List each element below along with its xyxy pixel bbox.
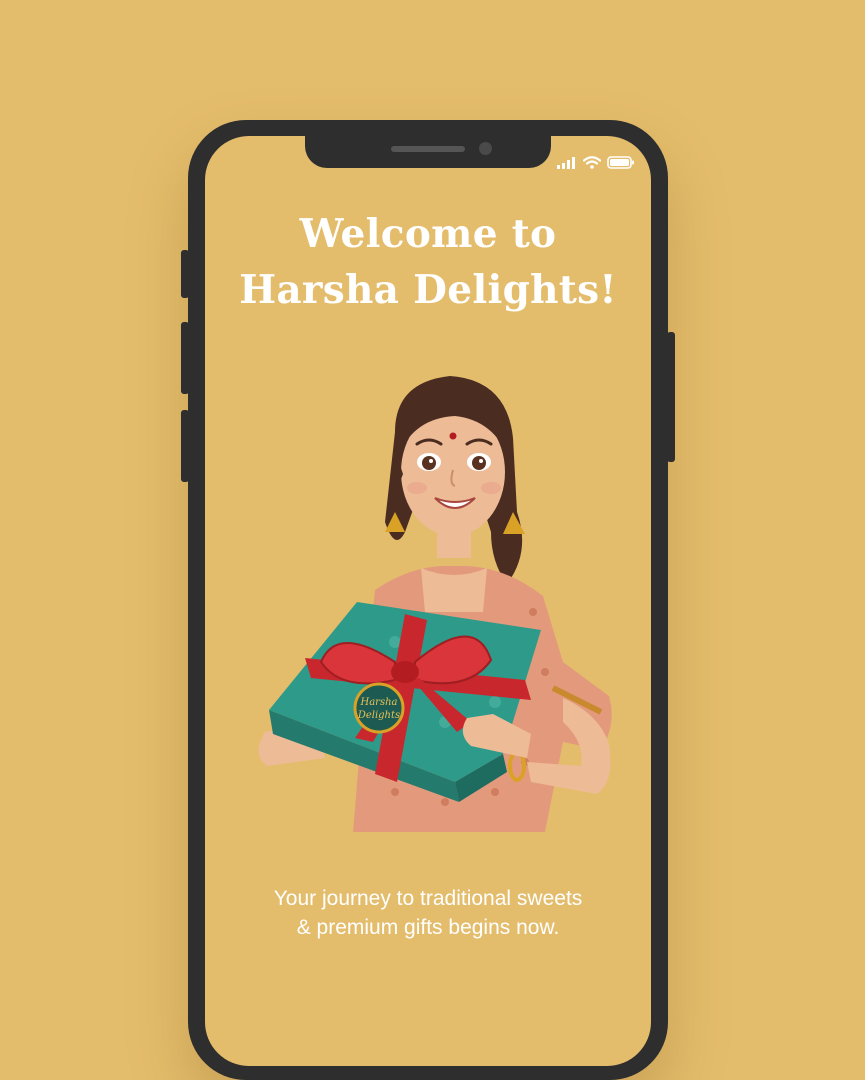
battery-icon: [607, 156, 634, 169]
wifi-icon: [583, 156, 601, 169]
woman-holding-gift-illustration: Harsha Delights: [258, 376, 612, 832]
power-button: [667, 332, 675, 462]
front-camera: [479, 142, 492, 155]
app-screen: Welcome to Harsha Delights! Harsha Delig…: [205, 136, 651, 1066]
tagline: Your journey to traditional sweets & pre…: [205, 884, 651, 942]
silent-switch: [181, 250, 189, 298]
gift-box-label-line-2: Delights: [357, 710, 400, 721]
welcome-title: Welcome to Harsha Delights!: [205, 206, 651, 318]
notch: [305, 136, 551, 168]
volume-up-button: [181, 322, 189, 394]
gift-box-label-line-1: Harsha: [360, 697, 398, 708]
gift-box: Harsha Delights: [269, 602, 541, 802]
signal-icon: [557, 156, 575, 169]
speaker: [391, 146, 465, 152]
status-bar: [557, 156, 635, 169]
tagline-line-1: Your journey to traditional sweets: [273, 887, 583, 910]
phone-frame: Welcome to Harsha Delights! Harsha Delig…: [181, 120, 675, 1080]
volume-down-button: [181, 410, 189, 482]
welcome-title-line-1: Welcome to: [299, 211, 557, 257]
tagline-line-2: & premium gifts begins now.: [296, 916, 560, 939]
welcome-title-line-2: Harsha Delights!: [239, 267, 617, 313]
